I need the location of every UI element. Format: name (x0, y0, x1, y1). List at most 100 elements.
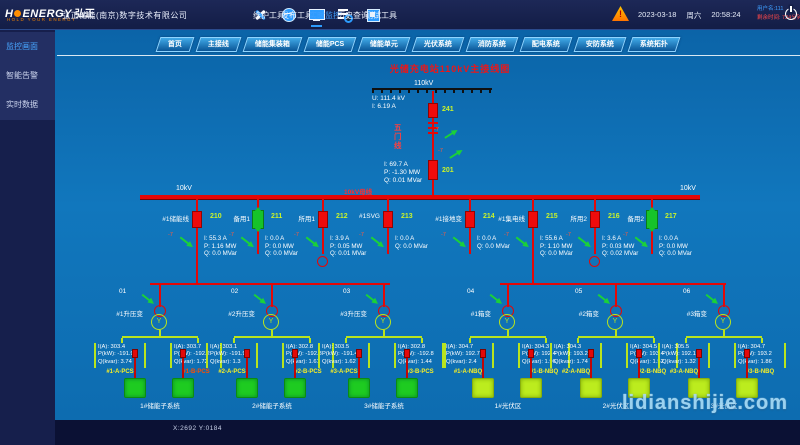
transformer-name-label: #2升压变 (189, 308, 255, 318)
toolbar-item[interactable]: 发布工具 (281, 8, 296, 22)
branch-bar (686, 336, 762, 338)
dc-connector-icon (292, 349, 298, 358)
sidebar-item[interactable]: 监控画面 (0, 32, 55, 61)
energy-unit-box[interactable] (236, 378, 258, 398)
feeder-name-label: 备用1 (204, 213, 250, 223)
converter-measurements: I(A): 303.4 P(kW): -191.9 Q(kvar): 3.74 (94, 343, 146, 368)
feeder-breaker-number: 217 (665, 213, 677, 220)
converter-name-label: #3-A-PCS (316, 369, 372, 375)
disconnector-label: -7 (566, 232, 571, 238)
drop-line (615, 283, 617, 307)
drop-line (383, 283, 385, 307)
toolbar-item[interactable]: 测试工具 (365, 8, 380, 22)
transformer-secondary-winding-icon[interactable] (499, 314, 515, 330)
energy-unit-box[interactable] (472, 378, 494, 398)
disconnector-switch-icon[interactable] (142, 294, 152, 302)
energy-unit-box[interactable] (396, 378, 418, 398)
alarm-warning-icon[interactable] (612, 6, 629, 21)
current-value: I: 69.7 A (384, 161, 428, 169)
branch-bar (470, 336, 546, 338)
energy-unit-box[interactable] (348, 378, 370, 398)
nav-tab[interactable]: 光伏系统 (412, 37, 465, 52)
sidebar-menu: 监控画面 智能告警 实时数据 (0, 32, 55, 120)
feeder-breaker[interactable] (192, 211, 202, 228)
sidebar-item[interactable]: 实时数据 (0, 90, 55, 119)
feeder-breaker[interactable] (252, 210, 264, 229)
nav-tab-label: 配电系统 (532, 38, 560, 52)
feeder-breaker[interactable] (528, 211, 538, 228)
nav-tab[interactable]: 储能PCS (304, 37, 357, 52)
disconnector-switch-icon[interactable] (706, 294, 716, 302)
disconnector-label: -7 (438, 148, 443, 154)
toolbar-item[interactable]: 维护工具 (253, 8, 268, 22)
transformer-secondary-winding-icon[interactable] (607, 314, 623, 330)
transformer-secondary-winding-icon[interactable] (715, 314, 731, 330)
disconnector-switch-icon[interactable] (453, 237, 464, 246)
disconnector-switch-icon[interactable] (635, 237, 646, 246)
disconnector-switch-icon[interactable] (490, 294, 500, 302)
drop-line (271, 283, 273, 307)
transformer-secondary-winding-icon[interactable] (151, 314, 167, 330)
dc-connector-icon (528, 349, 534, 358)
energy-unit-box[interactable] (580, 378, 602, 398)
switch-number-label: 01 (119, 288, 126, 295)
nav-tab[interactable]: 系统拓扑 (628, 37, 681, 52)
converter-measurements: I(A): 304.3 P(kW): 193.2 Q(kvar): 1.74 (550, 343, 602, 368)
nav-tab-label: 光伏系统 (424, 38, 452, 52)
toolbar-item-label: 测试工具 (365, 10, 397, 21)
transformer-secondary-winding-icon[interactable] (263, 314, 279, 330)
converter-measurements: I(A): 303.5 P(kW): -191.4 Q(kvar): 1.62 (318, 343, 370, 368)
nav-tab[interactable]: 首页 (156, 37, 195, 52)
status-bar: X:2692 Y:0184 (55, 420, 800, 445)
nav-tab[interactable]: 安防系统 (574, 37, 627, 52)
disconnector-switch-icon[interactable] (241, 237, 252, 246)
sidebar-item-label: 监控画面 (6, 42, 38, 51)
energy-unit-box[interactable] (284, 378, 306, 398)
nav-tab[interactable]: 配电系统 (520, 37, 573, 52)
disconnector-switch-icon[interactable] (180, 237, 191, 246)
current-value: I: 6.19 A (372, 103, 405, 111)
sidebar-item-label: 实时数据 (6, 100, 38, 109)
disconnector-label: -7 (434, 127, 439, 133)
energy-unit-box[interactable] (124, 378, 146, 398)
breaker-241-number: 241 (442, 106, 454, 113)
nav-tab[interactable]: 消防系统 (466, 37, 519, 52)
nav-tab[interactable]: 主接线 (196, 37, 242, 52)
dc-connector-icon (696, 349, 702, 358)
disconnector-switch-icon[interactable] (598, 294, 608, 302)
disconnector-switch-icon[interactable] (366, 294, 376, 302)
disconnector-label: -7 (504, 232, 509, 238)
disconnector-switch-icon[interactable] (306, 237, 317, 246)
disconnector-label: -7 (623, 232, 628, 238)
nav-tab[interactable]: 储能集装箱 (243, 37, 303, 52)
feeder-breaker[interactable] (318, 211, 328, 228)
nav-tab-label: 系统拓扑 (640, 38, 668, 52)
feeder-breaker[interactable] (383, 211, 393, 228)
disconnector-label: -7 (294, 232, 299, 238)
tabs-divider (57, 55, 800, 56)
nav-tab-label: 储能集装箱 (255, 38, 290, 52)
disconnector-switch-icon[interactable] (371, 237, 382, 246)
feeder-measurements: I: 0.0 A Q: 0.0 MVar (395, 235, 428, 250)
nav-tab[interactable]: 储能单元 (358, 37, 411, 52)
power-logout-icon[interactable] (785, 8, 797, 20)
toolbar-item[interactable]: 实时监控 (309, 8, 324, 22)
toolbar: 维护工具 发布工具 实时监控 历史查询 测试工具 (253, 3, 380, 27)
disconnector-switch-icon[interactable] (578, 237, 589, 246)
feeder-name-label: #1集电线 (479, 213, 525, 223)
energy-unit-box[interactable] (172, 378, 194, 398)
breaker-201[interactable] (428, 160, 438, 180)
disconnector-switch-icon[interactable] (254, 294, 264, 302)
nav-tab-label: 储能单元 (370, 38, 398, 52)
energy-unit-box[interactable] (520, 378, 542, 398)
transformer-secondary-winding-icon[interactable] (375, 314, 391, 330)
switch-number-label: 06 (683, 288, 690, 295)
sidebar-item[interactable]: 智能告警 (0, 61, 55, 90)
toolbar-item[interactable]: 历史查询 (337, 8, 352, 22)
nav-tab-label: 主接线 (208, 38, 229, 52)
feeder-breaker[interactable] (465, 211, 475, 228)
disconnector-switch-icon[interactable] (516, 237, 527, 246)
breaker-241[interactable] (428, 103, 438, 118)
feeder-breaker[interactable] (646, 210, 658, 229)
sidebar-item-label: 智能告警 (6, 71, 38, 80)
